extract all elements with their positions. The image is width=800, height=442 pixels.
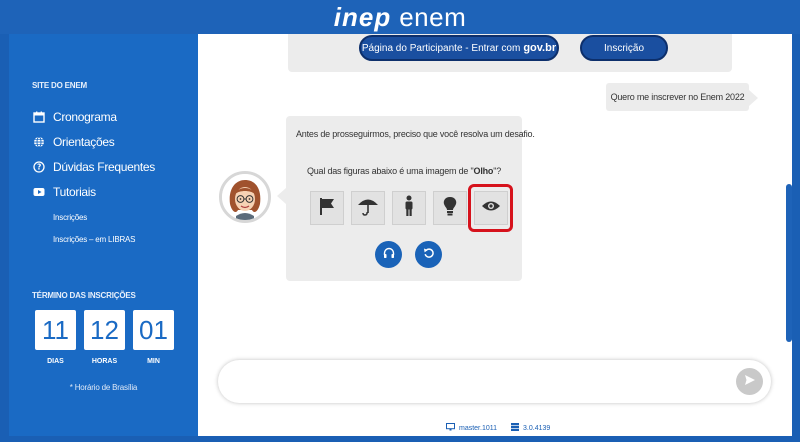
inscricao-button-label: Inscrição bbox=[603, 42, 644, 54]
countdown-days-label: DIAS bbox=[47, 358, 64, 365]
countdown-minutes-label: MIN bbox=[147, 358, 160, 365]
bot-bubble-tail bbox=[277, 188, 286, 204]
chat-scrollbar[interactable] bbox=[786, 184, 792, 342]
question-circle-icon: ? bbox=[32, 160, 45, 173]
sidebar-subitem-inscricoes-libras[interactable]: Inscrições – em LIBRAS bbox=[53, 232, 192, 254]
countdown-hours-value: 12 bbox=[84, 310, 125, 350]
sidebar: SITE DO ENEM Cronograma Orientações ? Dú… bbox=[9, 34, 198, 436]
footer-build: master.1011 bbox=[446, 423, 497, 433]
participante-button-label: Página do Participante - Entrar com bbox=[361, 42, 521, 54]
inscricao-button[interactable]: Inscrição bbox=[580, 35, 668, 61]
sidebar-item-label: Cronograma bbox=[53, 109, 117, 124]
send-message-button[interactable] bbox=[736, 368, 763, 395]
participante-govbr-button[interactable]: Página do Participante - Entrar com gov.b… bbox=[359, 35, 559, 61]
sidebar-item-label: Tutoriais bbox=[53, 184, 96, 199]
svg-text:?: ? bbox=[36, 162, 40, 171]
monitor-icon bbox=[446, 423, 455, 433]
sidebar-subitem-inscricoes[interactable]: Inscrições bbox=[53, 210, 192, 232]
user-bubble-tail bbox=[749, 90, 758, 106]
bot-message-challenge-intro: Antes de prosseguirmos, preciso que você… bbox=[296, 129, 535, 139]
captcha-figure-person[interactable] bbox=[392, 191, 426, 225]
video-play-icon bbox=[32, 185, 45, 198]
sidebar-item-cronograma[interactable]: Cronograma bbox=[32, 104, 192, 129]
question-target: Olho bbox=[473, 166, 494, 176]
send-icon bbox=[744, 373, 756, 391]
countdown-days-value: 11 bbox=[35, 310, 76, 350]
captcha-figure-lightbulb[interactable] bbox=[433, 191, 467, 225]
horario-note: * Horário de Brasília bbox=[69, 383, 138, 392]
question-prefix: Qual das figuras abaixo é uma imagem de … bbox=[306, 166, 474, 176]
selected-figure-highlight bbox=[468, 184, 513, 232]
sidebar-item-orientacoes[interactable]: Orientações bbox=[32, 129, 192, 154]
bot-message-question: Qual das figuras abaixo é uma imagem de … bbox=[286, 166, 522, 176]
user-message-text: Quero me inscrever no Enem 2022 bbox=[610, 92, 745, 102]
calendar-icon bbox=[32, 110, 45, 123]
footer-version-text: 3.0.4139 bbox=[523, 424, 551, 432]
person-icon bbox=[399, 195, 419, 222]
sidebar-nav: Cronograma Orientações ? Dúvidas Frequen… bbox=[32, 104, 192, 254]
captcha-figure-flag[interactable] bbox=[310, 191, 344, 225]
govbr-brand: gov.br bbox=[523, 42, 557, 54]
sidebar-item-duvidas[interactable]: ? Dúvidas Frequentes bbox=[32, 154, 192, 179]
refresh-icon bbox=[423, 246, 435, 264]
footer-build-info: master.1011 3.0.4139 bbox=[446, 423, 550, 433]
question-suffix: "? bbox=[493, 166, 502, 176]
sidebar-item-label: Orientações bbox=[53, 134, 115, 149]
footer-build-text: master.1011 bbox=[459, 424, 498, 432]
captcha-figure-umbrella[interactable] bbox=[351, 191, 385, 225]
refresh-challenge-button[interactable] bbox=[415, 241, 442, 268]
user-message-bubble: Quero me inscrever no Enem 2022 bbox=[606, 83, 749, 111]
audio-challenge-button[interactable] bbox=[375, 241, 402, 268]
lightbulb-icon bbox=[440, 195, 460, 222]
top-bar: inep enem bbox=[0, 0, 800, 34]
server-icon bbox=[511, 423, 520, 433]
flag-icon bbox=[317, 196, 337, 221]
countdown-hours-label: HORAS bbox=[91, 358, 118, 365]
bot-avatar bbox=[219, 171, 271, 223]
footer-version: 3.0.4139 bbox=[511, 423, 550, 433]
logo-enem: enem bbox=[399, 2, 467, 32]
sidebar-item-label: Dúvidas Frequentes bbox=[53, 159, 155, 174]
sidebar-item-tutoriais[interactable]: Tutoriais bbox=[32, 179, 192, 204]
sidebar-heading: SITE DO ENEM bbox=[32, 81, 87, 90]
logo-inep: inep bbox=[333, 2, 392, 32]
countdown-labels: DIAS HORAS MIN bbox=[35, 358, 174, 365]
headphones-icon bbox=[383, 246, 395, 264]
umbrella-icon bbox=[357, 195, 379, 222]
countdown: 11 12 01 bbox=[35, 310, 174, 350]
chat-message-input[interactable] bbox=[236, 368, 716, 394]
inep-enem-logo[interactable]: inep enem bbox=[0, 4, 800, 30]
countdown-minutes-value: 01 bbox=[133, 310, 174, 350]
termino-heading: TÉRMINO DAS INSCRIÇÕES bbox=[32, 291, 136, 300]
globe-icon bbox=[32, 135, 45, 148]
